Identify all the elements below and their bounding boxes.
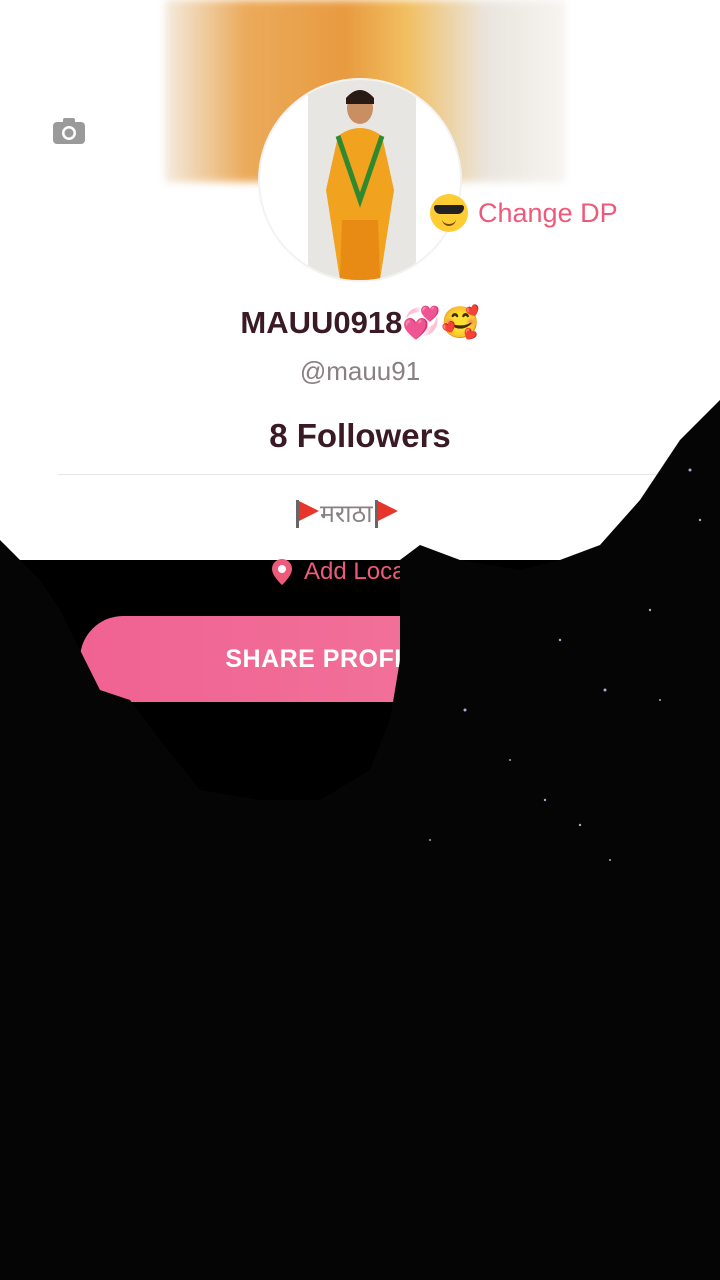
change-dp-label: Change DP <box>478 197 618 228</box>
add-location-label: Add Location <box>304 558 445 585</box>
profile-avatar[interactable] <box>260 80 460 280</box>
sunglasses-emoji-icon <box>430 194 468 232</box>
profile-username: MAUU0918💞🥰 <box>240 305 480 340</box>
location-pin-icon <box>272 559 292 585</box>
profile-screen: Change DP MAUU0918💞🥰 @mauu91 8 Followers… <box>0 0 720 1280</box>
camera-icon <box>53 118 85 144</box>
camera-button[interactable] <box>50 115 88 147</box>
profile-bio: मराठा <box>294 496 399 530</box>
share-profile-button[interactable]: SHARE PROFILE <box>80 616 640 702</box>
profile-handle: @mauu91 <box>299 356 421 386</box>
followers-count[interactable]: 8 Followers <box>0 417 720 455</box>
bio-text: मराठा <box>320 500 373 528</box>
flag-icon <box>294 498 320 528</box>
divider <box>58 474 658 475</box>
change-dp-button[interactable]: Change DP <box>430 194 618 232</box>
add-location-button[interactable]: Add Location <box>272 558 444 586</box>
flag-icon <box>373 498 399 528</box>
share-profile-label: SHARE PROFILE <box>225 644 435 673</box>
